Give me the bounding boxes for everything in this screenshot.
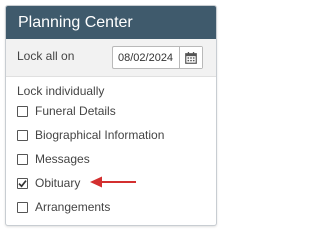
arrangements-label: Arrangements xyxy=(35,200,111,214)
lock-date-input[interactable] xyxy=(113,47,179,68)
funeral-details-label: Funeral Details xyxy=(35,104,116,118)
obituary-checkbox[interactable] xyxy=(17,177,28,189)
messages-checkbox[interactable] xyxy=(17,153,28,165)
biographical-information-checkbox[interactable] xyxy=(17,129,28,141)
item-arrangements[interactable]: Arrangements xyxy=(17,199,110,215)
calendar-icon xyxy=(185,51,197,64)
calendar-button[interactable] xyxy=(179,47,202,68)
funeral-details-checkbox[interactable] xyxy=(17,105,28,117)
checkmark-icon xyxy=(18,179,27,187)
planning-center-panel: Planning Center Lock all on 08/02/2024 L… xyxy=(5,5,217,226)
lock-date-picker xyxy=(112,46,203,69)
lock-all-row: Lock all on xyxy=(6,39,216,77)
item-messages[interactable]: Messages xyxy=(17,151,90,167)
biographical-information-label: Biographical Information xyxy=(35,128,165,142)
messages-label: Messages xyxy=(35,152,90,166)
lock-all-label: Lock all on xyxy=(17,49,75,63)
panel-header: Planning Center xyxy=(6,6,216,39)
item-funeral-details[interactable]: Funeral Details xyxy=(17,103,116,119)
lock-individually-label: Lock individually xyxy=(17,84,105,98)
item-biographical-information[interactable]: Biographical Information xyxy=(17,127,164,143)
obituary-label: Obituary xyxy=(35,176,81,190)
red-arrow-icon xyxy=(90,176,136,188)
panel-title: Planning Center xyxy=(18,14,133,31)
arrangements-checkbox[interactable] xyxy=(17,201,28,213)
item-obituary[interactable]: Obituary xyxy=(17,175,80,191)
